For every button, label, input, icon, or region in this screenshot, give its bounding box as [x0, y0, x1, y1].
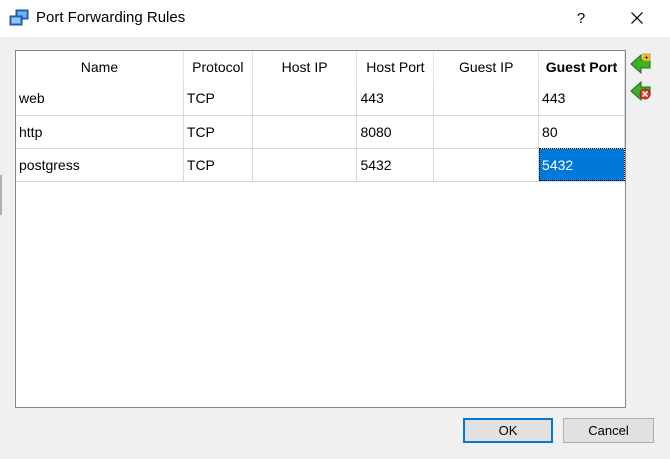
cell-name[interactable]: postgress	[16, 148, 184, 182]
column-header-host-ip[interactable]: Host IP	[252, 51, 358, 82]
cell-protocol[interactable]: TCP	[183, 82, 253, 116]
close-button[interactable]	[614, 0, 660, 37]
column-header-guest-port[interactable]: Guest Port	[538, 51, 625, 82]
cell-protocol[interactable]: TCP	[183, 148, 253, 182]
cell-host-ip[interactable]	[252, 115, 358, 149]
window-edge-grip	[0, 175, 2, 215]
cell-name[interactable]: web	[16, 82, 184, 116]
cell-guest-port[interactable]: 80	[538, 115, 625, 149]
red-remove-x-icon	[630, 80, 651, 102]
cell-host-port[interactable]: 8080	[356, 115, 435, 149]
green-add-arrow-icon	[630, 53, 651, 75]
cancel-button[interactable]: Cancel	[563, 418, 654, 443]
cell-host-port[interactable]: 5432	[356, 148, 435, 182]
cell-host-ip[interactable]	[252, 148, 358, 182]
close-icon	[631, 12, 643, 24]
cell-guest-ip[interactable]	[433, 115, 540, 149]
rules-table-container: Name Protocol Host IP Host Port Guest IP…	[15, 50, 626, 408]
cell-guest-ip[interactable]	[433, 82, 540, 116]
column-header-protocol[interactable]: Protocol	[183, 51, 253, 82]
rules-table: Name Protocol Host IP Host Port Guest IP…	[16, 51, 625, 182]
ok-button[interactable]: OK	[463, 418, 553, 443]
cell-host-port[interactable]: 443	[356, 82, 435, 116]
table-row[interactable]: postgress TCP 5432 5432	[16, 148, 625, 182]
add-rule-button[interactable]	[629, 53, 653, 75]
column-header-host-port[interactable]: Host Port	[356, 51, 435, 82]
cell-guest-port[interactable]: 443	[538, 82, 625, 116]
window-title: Port Forwarding Rules	[36, 9, 186, 26]
port-forwarding-dialog: Port Forwarding Rules ? Name Protocol Ho…	[0, 0, 670, 459]
cell-guest-ip[interactable]	[433, 148, 540, 182]
cell-guest-port-selected[interactable]: 5432	[538, 148, 625, 182]
remove-rule-button[interactable]	[629, 80, 653, 102]
help-button[interactable]: ?	[558, 0, 604, 37]
cell-protocol[interactable]: TCP	[183, 115, 253, 149]
cell-host-ip[interactable]	[252, 82, 358, 116]
table-row[interactable]: http TCP 8080 80	[16, 115, 625, 149]
column-header-guest-ip[interactable]: Guest IP	[433, 51, 540, 82]
column-header-name[interactable]: Name	[16, 51, 184, 82]
table-header-row: Name Protocol Host IP Host Port Guest IP…	[16, 51, 625, 82]
virtualbox-network-icon	[9, 9, 29, 27]
cell-name[interactable]: http	[16, 115, 184, 149]
title-bar: Port Forwarding Rules ?	[0, 0, 670, 37]
table-row[interactable]: web TCP 443 443	[16, 82, 625, 116]
